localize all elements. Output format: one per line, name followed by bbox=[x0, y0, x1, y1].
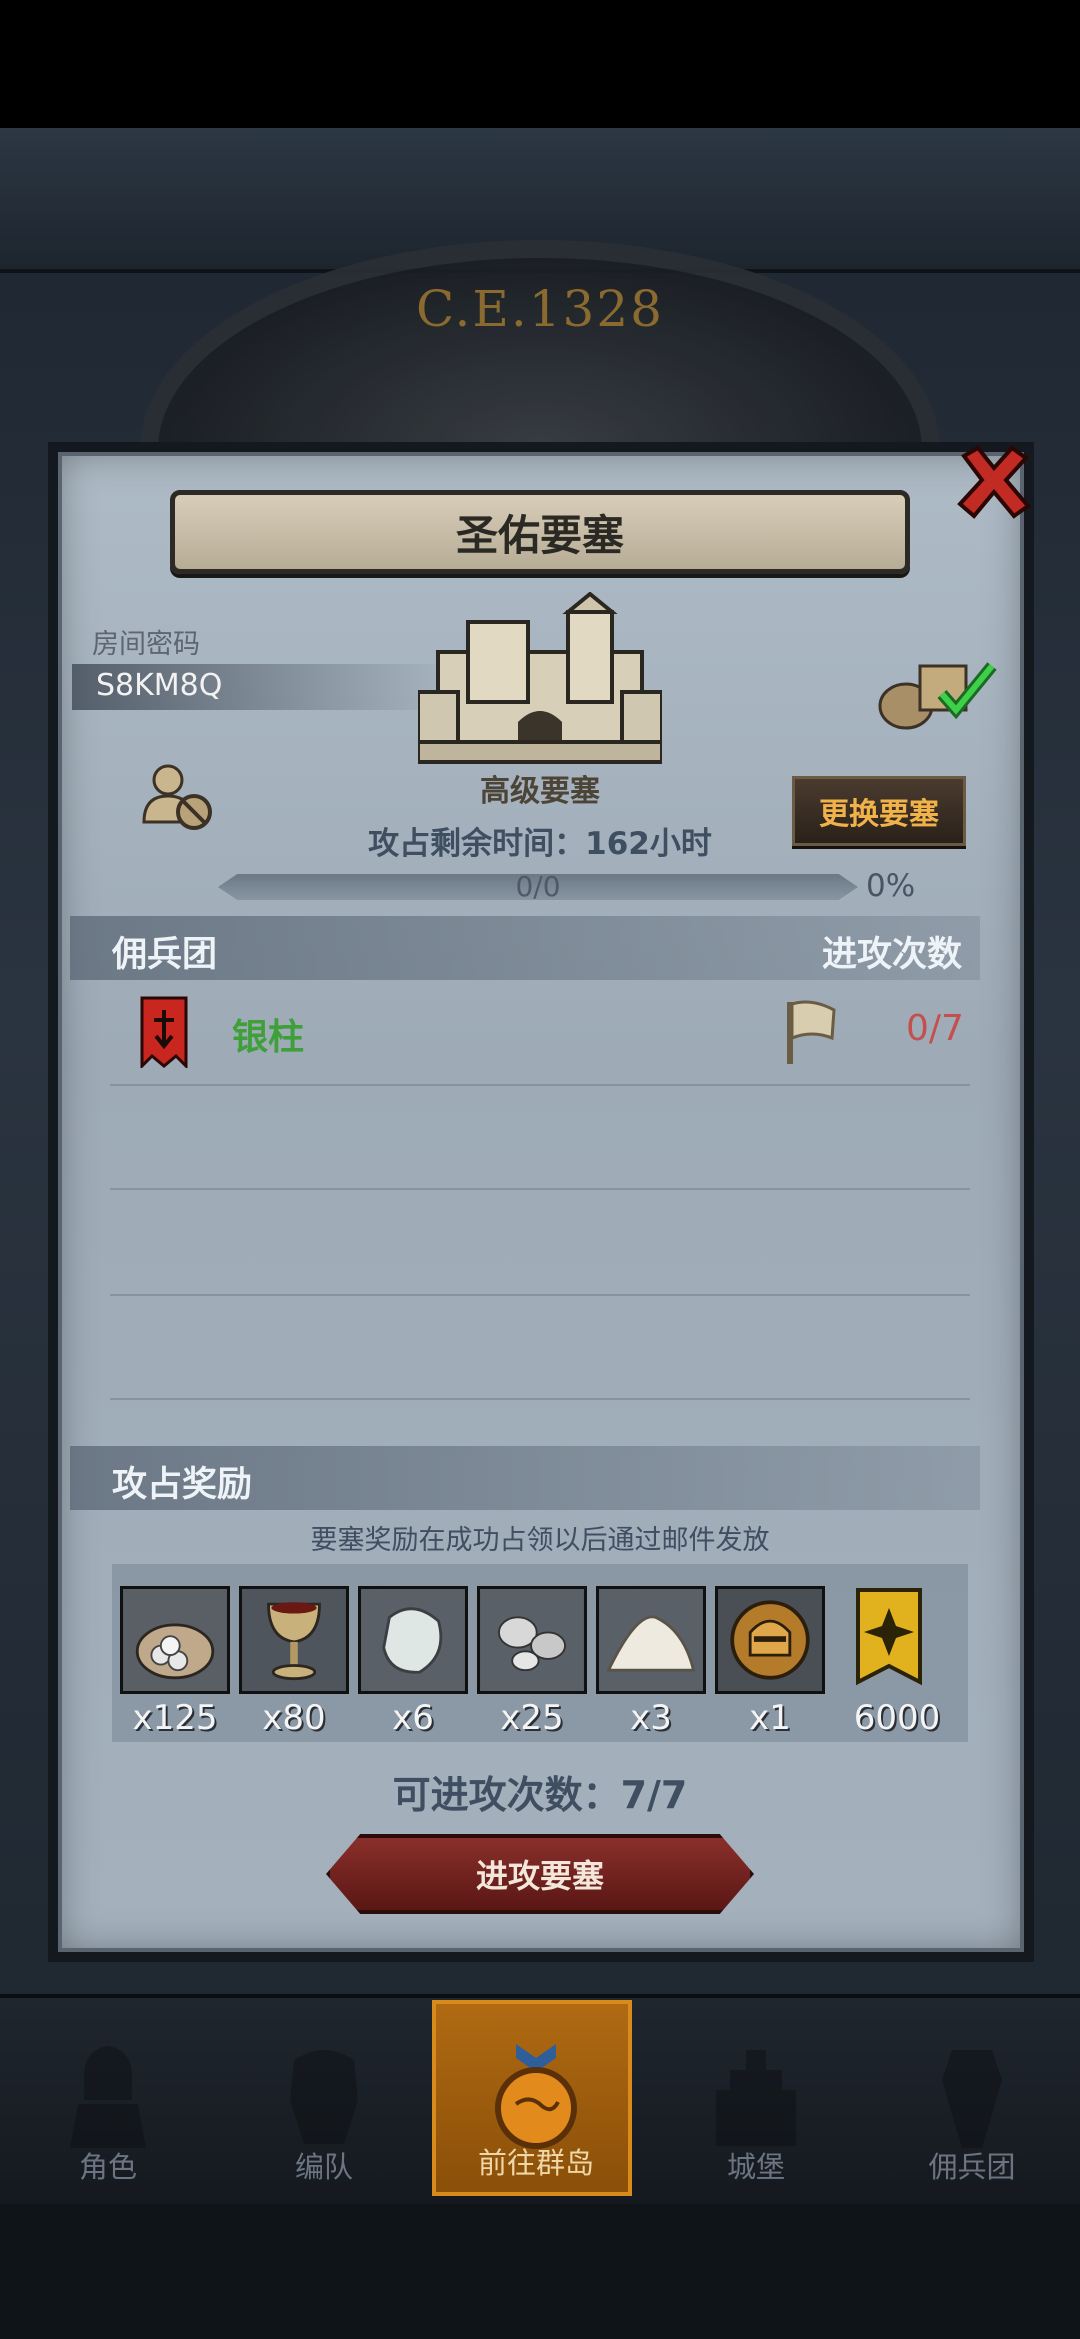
nav-label: 城堡 bbox=[726, 2150, 785, 2184]
capture-progress-text: 0/0 bbox=[515, 870, 561, 903]
change-fortress-label: 更换要塞 bbox=[819, 797, 939, 832]
attack-count-header: 进攻次数 bbox=[822, 935, 963, 975]
room-code[interactable]: S8KM8Q bbox=[96, 668, 222, 703]
attack-fortress-button[interactable]: 进攻要塞 bbox=[326, 1834, 754, 1914]
world-map-icon bbox=[495, 2044, 577, 2149]
guild-banner-icon bbox=[140, 996, 188, 1068]
reward-item[interactable] bbox=[715, 1586, 825, 1694]
reward-item[interactable] bbox=[358, 1586, 468, 1694]
nav-item-squad[interactable]: 编队 bbox=[224, 2000, 424, 2196]
reward-section-title: 攻占奖励 bbox=[112, 1465, 253, 1505]
nav-label: 编队 bbox=[294, 2150, 353, 2184]
rank-emblem-icon bbox=[856, 1588, 922, 1686]
room-password-label: 房间密码 bbox=[92, 629, 200, 660]
attack-fortress-label: 进攻要塞 bbox=[475, 1857, 604, 1895]
mercenary-name: 银柱 bbox=[232, 1017, 305, 1058]
pearl-stone-icon bbox=[361, 1589, 465, 1691]
nav-item-mercenary[interactable]: 佣兵团 bbox=[872, 2000, 1072, 2196]
reward-item[interactable] bbox=[596, 1586, 706, 1694]
capture-progress-percent: 0% bbox=[866, 868, 916, 904]
reward-item[interactable] bbox=[120, 1586, 230, 1694]
row-divider bbox=[110, 1188, 970, 1190]
dialog-title: 圣佑要塞 bbox=[455, 510, 624, 560]
title-banner: 圣佑要塞 bbox=[170, 490, 910, 574]
silver-coin-sack-icon bbox=[123, 1589, 227, 1691]
change-fortress-button[interactable]: 更换要塞 bbox=[792, 776, 966, 846]
row-divider bbox=[110, 1398, 970, 1400]
salt-pile-icon bbox=[599, 1589, 703, 1691]
era-label: C.E.1328 bbox=[415, 280, 664, 338]
castle-icon bbox=[716, 2050, 796, 2146]
attack-flag-icon bbox=[787, 1000, 836, 1064]
close-button[interactable] bbox=[950, 438, 1038, 526]
nav-item-islands[interactable]: 前往群岛 bbox=[432, 2000, 632, 2196]
reward-item[interactable] bbox=[239, 1586, 349, 1694]
mercenary-section-title: 佣兵团 bbox=[112, 935, 218, 975]
nav-item-castle[interactable]: 城堡 bbox=[656, 2000, 856, 2196]
armor-squad-icon bbox=[290, 2050, 358, 2144]
nav-label: 前往群岛 bbox=[477, 2146, 594, 2180]
goblet-icon bbox=[242, 1589, 346, 1691]
reward-note: 要塞奖励在成功占领以后通过邮件发放 bbox=[310, 1525, 770, 1556]
reward-item[interactable] bbox=[477, 1586, 587, 1694]
mercenary-attack-count: 0/7 bbox=[906, 1008, 964, 1049]
close-icon bbox=[957, 445, 1031, 519]
nav-item-character[interactable]: 角色 bbox=[8, 2000, 208, 2196]
nav-label: 角色 bbox=[78, 2150, 137, 2184]
knight-icon bbox=[70, 2046, 146, 2148]
system-nav-area bbox=[0, 2204, 1080, 2339]
reward-quantity: x1 bbox=[749, 1698, 791, 1738]
row-divider bbox=[110, 1084, 970, 1086]
mercenary-row[interactable] bbox=[70, 982, 980, 1084]
supplies-checked-icon bbox=[878, 662, 997, 730]
reward-quantity: 6000 bbox=[853, 1698, 941, 1738]
reward-item[interactable] bbox=[834, 1586, 944, 1694]
row-divider bbox=[110, 1294, 970, 1296]
nav-label: 佣兵团 bbox=[928, 2150, 1016, 2184]
knight-helmet-coin-icon bbox=[718, 1589, 822, 1691]
fortress-castle-icon bbox=[418, 592, 662, 764]
status-bar bbox=[0, 0, 1080, 128]
silver-ore-icon bbox=[480, 1589, 584, 1691]
attacks-remaining: 可进攻次数：7/7 bbox=[392, 1773, 688, 1817]
mercenary-banner-icon bbox=[942, 2050, 1002, 2148]
no-player-icon bbox=[142, 764, 212, 830]
